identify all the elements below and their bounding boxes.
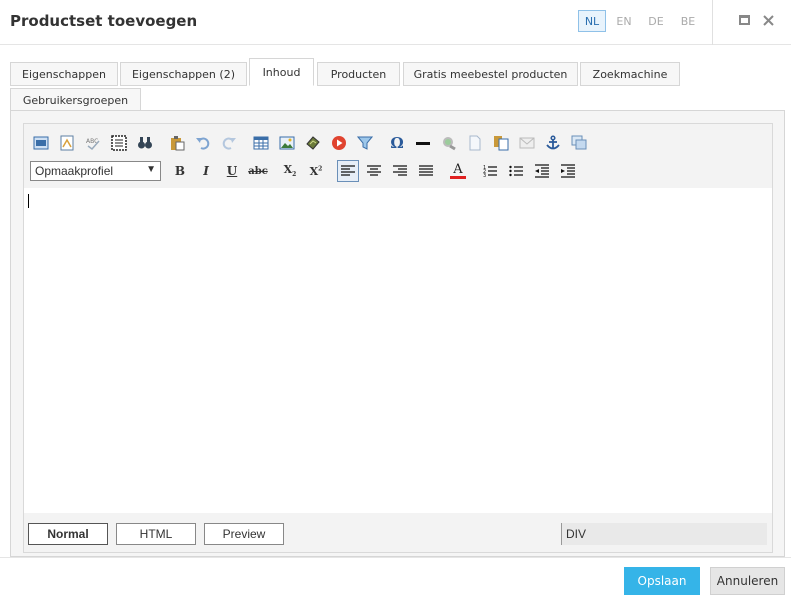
superscript-letter: X [309, 164, 319, 178]
email-icon[interactable] [516, 132, 538, 154]
media-icon[interactable] [302, 132, 324, 154]
align-center-icon[interactable] [363, 160, 385, 182]
redo-icon[interactable] [218, 132, 240, 154]
anchor-icon[interactable] [542, 132, 564, 154]
tab-gebruikersgroepen[interactable]: Gebruikersgroepen [10, 88, 141, 112]
tab-zoekmachine[interactable]: Zoekmachine [580, 62, 680, 86]
window-icon[interactable] [568, 132, 590, 154]
play-icon[interactable] [328, 132, 350, 154]
spellcheck-icon[interactable]: ABC [82, 132, 104, 154]
link-icon[interactable] [438, 132, 460, 154]
mode-preview-button[interactable]: Preview [204, 523, 284, 545]
bold-icon[interactable]: B [169, 160, 191, 182]
language-switcher: NL EN DE BE [578, 10, 706, 32]
toolbar-row-2: Opmaakprofiel ▼ B I U abc X2 X2 A 1 2 3 [30, 160, 583, 182]
element-path: DIV [561, 523, 767, 545]
omega-glyph: Ω [390, 134, 404, 152]
subscript-icon[interactable]: X2 [279, 160, 301, 182]
lang-nl[interactable]: NL [578, 10, 606, 32]
editor-content[interactable] [24, 188, 772, 513]
text-caret [28, 194, 29, 208]
superscript-icon[interactable]: X2 [305, 160, 327, 182]
select-all-icon[interactable] [108, 132, 130, 154]
template-icon[interactable] [56, 132, 78, 154]
bold-glyph: B [174, 164, 186, 178]
chevron-down-icon: ▼ [146, 164, 156, 175]
style-select-value: Opmaakprofiel [35, 164, 114, 178]
font-color-letter: A [453, 162, 463, 177]
strike-glyph: abc [248, 165, 268, 177]
mode-html-button[interactable]: HTML [116, 523, 196, 545]
subscript-glyph: X2 [283, 163, 297, 179]
svg-text:3: 3 [483, 173, 486, 178]
italic-glyph: I [203, 164, 209, 178]
image-icon[interactable] [276, 132, 298, 154]
superscript-glyph: X2 [309, 164, 323, 178]
font-color-icon[interactable]: A [447, 160, 469, 182]
underline-icon[interactable]: U [221, 160, 243, 182]
copy-icon[interactable] [490, 132, 512, 154]
subscript-letter: X [283, 163, 293, 177]
paste-icon[interactable] [166, 132, 188, 154]
undo-icon[interactable] [192, 132, 214, 154]
filter-icon[interactable] [354, 132, 376, 154]
italic-icon[interactable]: I [195, 160, 217, 182]
save-button[interactable]: Opslaan [624, 567, 700, 595]
lang-en[interactable]: EN [610, 10, 638, 32]
editor-toolbar: ABC Ω Opmaakprofiel ▼ B I U abc X2 X2 A … [24, 124, 772, 188]
justify-icon[interactable] [415, 160, 437, 182]
dialog-title: Productset toevoegen [10, 12, 198, 30]
mode-normal-button[interactable]: Normal [28, 523, 108, 545]
dialog-header: Productset toevoegen NL EN DE BE [0, 0, 791, 45]
tab-gratis-meebestel[interactable]: Gratis meebestel producten [403, 62, 578, 86]
editor-mode-bar: Normal HTML Preview DIV [24, 513, 772, 552]
maximize-icon[interactable] [736, 12, 752, 28]
indent-icon[interactable] [557, 160, 579, 182]
tab-producten[interactable]: Producten [317, 62, 400, 86]
strikethrough-icon[interactable]: abc [247, 160, 269, 182]
content-panel: ABC Ω Opmaakprofiel ▼ B I U abc X2 X2 A … [10, 110, 785, 557]
document-icon[interactable] [464, 132, 486, 154]
omega-icon[interactable]: Ω [386, 132, 408, 154]
lang-de[interactable]: DE [642, 10, 670, 32]
ordered-list-icon[interactable]: 123 [479, 160, 501, 182]
font-color-bar [450, 176, 466, 179]
header-divider [712, 0, 713, 45]
tab-eigenschappen-2[interactable]: Eigenschappen (2) [120, 62, 247, 86]
find-icon[interactable] [134, 132, 156, 154]
lang-be[interactable]: BE [674, 10, 702, 32]
unordered-list-icon[interactable] [505, 160, 527, 182]
tab-eigenschappen[interactable]: Eigenschappen [10, 62, 118, 86]
style-select[interactable]: Opmaakprofiel ▼ [30, 161, 161, 181]
toolbar-row-1: ABC Ω [30, 132, 594, 154]
dialog-footer: Opslaan Annuleren [0, 557, 791, 599]
align-right-icon[interactable] [389, 160, 411, 182]
cancel-button[interactable]: Annuleren [710, 567, 785, 595]
tab-inhoud[interactable]: Inhoud [249, 58, 314, 86]
close-icon[interactable] [760, 12, 776, 28]
outdent-icon[interactable] [531, 160, 553, 182]
underline-glyph: U [226, 164, 238, 178]
source-icon[interactable] [30, 132, 52, 154]
horizontal-rule-icon[interactable] [412, 132, 434, 154]
align-left-icon[interactable] [337, 160, 359, 182]
tab-bar: Eigenschappen Eigenschappen (2) Inhoud P… [10, 56, 785, 116]
font-color-glyph: A [450, 163, 466, 179]
rich-text-editor: ABC Ω Opmaakprofiel ▼ B I U abc X2 X2 A … [23, 123, 773, 553]
table-icon[interactable] [250, 132, 272, 154]
